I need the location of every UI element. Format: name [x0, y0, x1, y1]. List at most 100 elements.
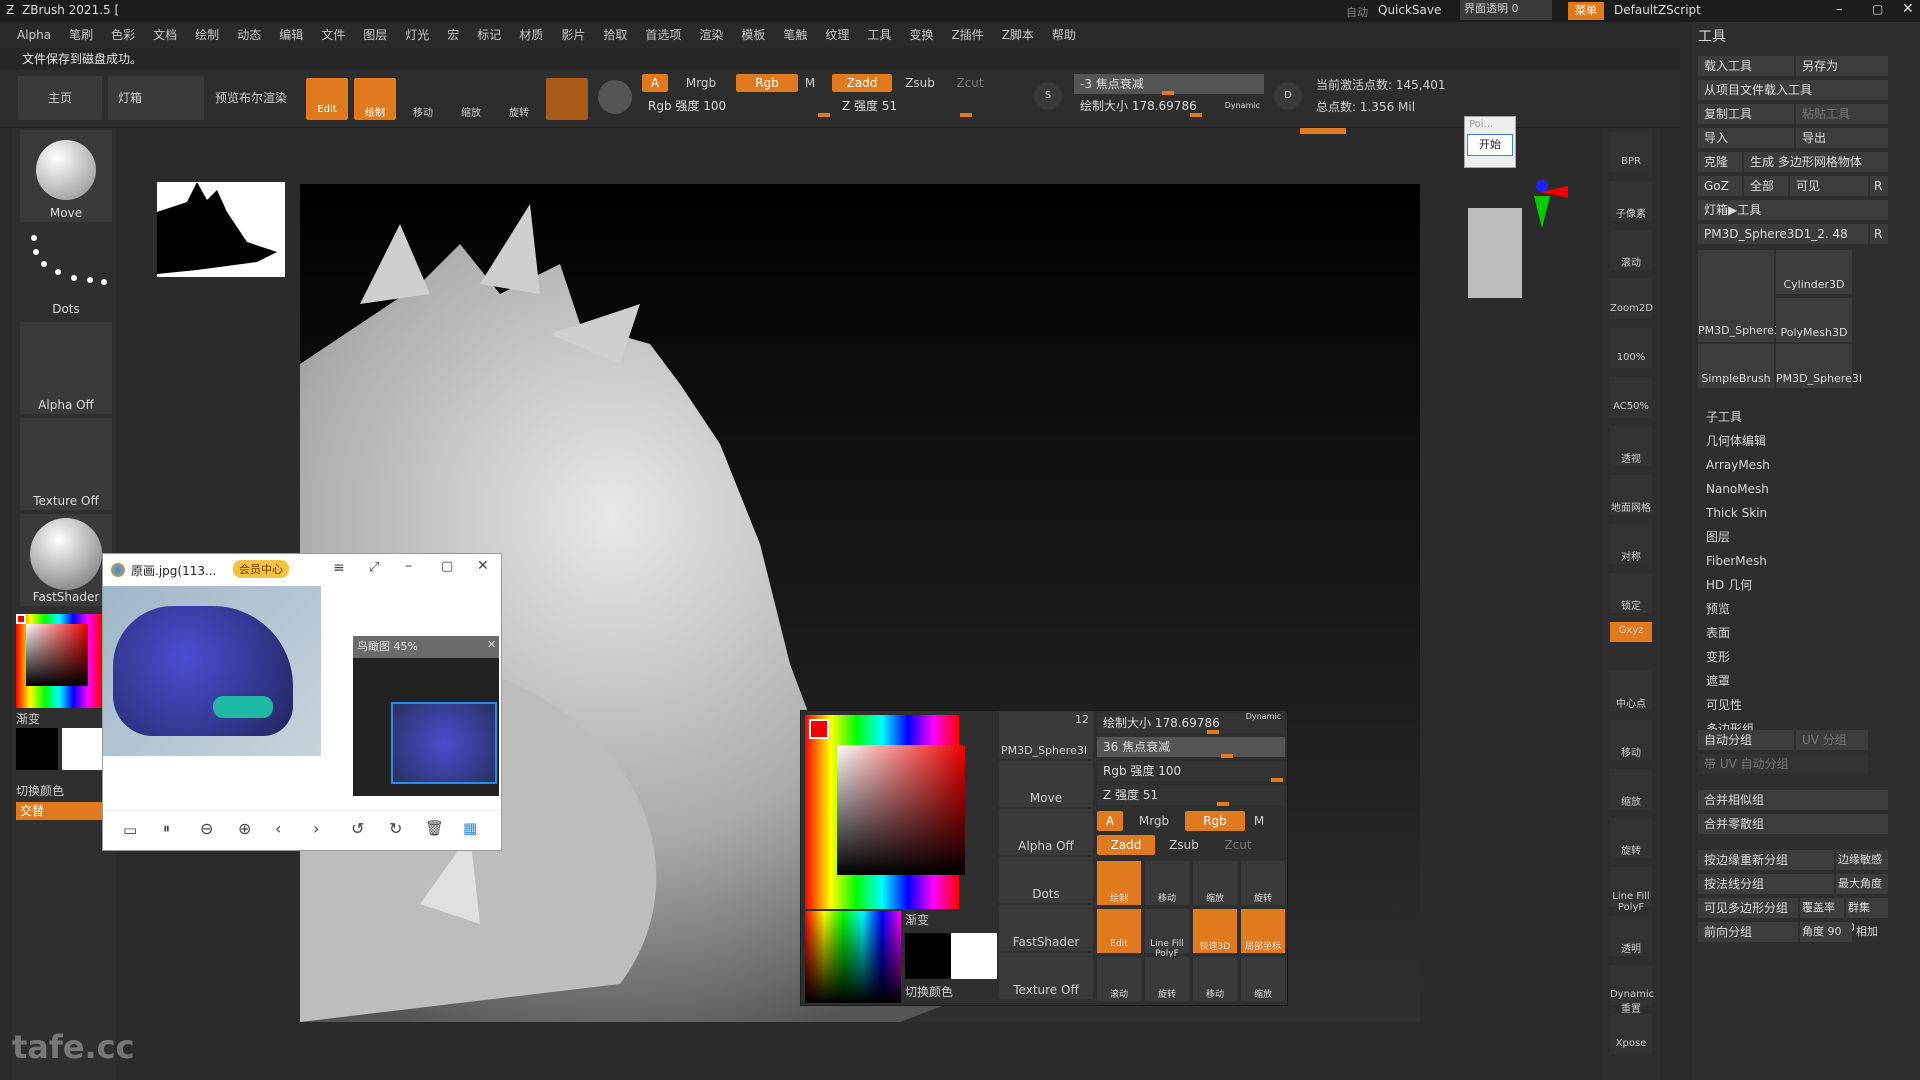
menu-item-14[interactable]: 拾取: [594, 22, 636, 48]
right-shelf-button-4[interactable]: 100%: [1610, 328, 1652, 368]
rgb-button[interactable]: Rgb: [736, 74, 798, 92]
uv-groups-button[interactable]: UV 分组: [1796, 730, 1868, 750]
tool-thumbnail-0[interactable]: PM3D_Sphere3I: [1698, 250, 1784, 342]
palette-a-button[interactable]: A: [1097, 811, 1123, 831]
palette-button-8[interactable]: 滚动: [1097, 957, 1141, 1001]
palette-button-9[interactable]: 旋转: [1145, 957, 1189, 1001]
right-shelf-button-14[interactable]: 旋转: [1610, 818, 1652, 858]
overview-panel[interactable]: 鸟瞰图 45% ✕: [353, 636, 499, 796]
palette-button-10[interactable]: 移动: [1193, 957, 1237, 1001]
copy-tool-button[interactable]: 复制工具: [1698, 104, 1794, 124]
quicksave-button[interactable]: QuickSave: [1378, 3, 1441, 17]
z-intensity-knob[interactable]: [960, 113, 972, 117]
menu-item-24[interactable]: 帮助: [1043, 22, 1085, 48]
color-sphere-icon[interactable]: [598, 80, 632, 114]
palette-m-button[interactable]: M: [1249, 811, 1269, 831]
right-shelf-button-3[interactable]: Zoom2D: [1610, 279, 1653, 319]
menu-item-4[interactable]: 绘制: [186, 22, 228, 48]
tool-section-3[interactable]: NanoMesh: [1706, 478, 1769, 500]
palette-switch-color[interactable]: 切换颜色: [905, 983, 953, 1000]
color-picker[interactable]: [16, 614, 102, 708]
menu-item-15[interactable]: 首选项: [636, 22, 690, 48]
alpha-preview-thumbnail[interactable]: [157, 182, 285, 277]
lightbox-tool-button[interactable]: 灯箱▶工具: [1698, 200, 1888, 220]
menu-item-8[interactable]: 图层: [354, 22, 396, 48]
tool-section-6[interactable]: FiberMesh: [1706, 550, 1767, 572]
palette-color-picker[interactable]: [805, 715, 965, 909]
palette-texture-selector[interactable]: Texture Off: [999, 953, 1093, 999]
palette-alpha-selector[interactable]: Alpha Off: [999, 809, 1093, 855]
draw-size-knob[interactable]: [1190, 113, 1202, 117]
menu-item-18[interactable]: 笔触: [774, 22, 816, 48]
dynamic-label[interactable]: Dynamic: [1225, 96, 1260, 116]
group-by-normals-button[interactable]: 按法线分组: [1698, 874, 1834, 894]
palette-rgb-intensity-slider[interactable]: Rgb 强度 100: [1097, 761, 1285, 782]
palette-zcut-button[interactable]: Zcut: [1213, 835, 1263, 855]
s-dynamic-icon[interactable]: S: [1034, 82, 1062, 110]
rgb-intensity-knob[interactable]: [818, 113, 830, 117]
material-sphere-icon[interactable]: [546, 78, 588, 120]
axis-gizmo-icon[interactable]: [1512, 178, 1568, 238]
rotate-left-icon[interactable]: ↺: [351, 819, 364, 838]
goz-button[interactable]: GoZ: [1698, 176, 1742, 196]
d-dynamic-icon[interactable]: D: [1274, 82, 1302, 110]
right-shelf-button-0[interactable]: BPR: [1610, 132, 1652, 172]
palette-button-2[interactable]: 缩放: [1193, 861, 1237, 905]
menu-item-23[interactable]: Z脚本: [993, 22, 1043, 48]
focal-shift-knob[interactable]: [1162, 91, 1174, 95]
switch-color-button[interactable]: 切换颜色: [16, 782, 64, 799]
edge-sensitivity-slider[interactable]: 边缘敏感: [1836, 850, 1888, 870]
palette-rgb-button[interactable]: Rgb: [1185, 811, 1245, 831]
main-color-swatch[interactable]: [16, 614, 26, 624]
next-icon[interactable]: ›: [313, 819, 319, 838]
clone-button[interactable]: 克隆: [1698, 152, 1742, 172]
palette-primary-swatch[interactable]: [905, 933, 951, 979]
right-shelf-button-16[interactable]: 透明: [1610, 916, 1652, 956]
menu-icon[interactable]: ≡: [333, 560, 345, 576]
goz-r-button[interactable]: R: [1870, 176, 1888, 196]
coverage-slider[interactable]: 覆盖率: [1800, 898, 1844, 918]
current-tool-r-button[interactable]: R: [1870, 224, 1888, 244]
menu-item-9[interactable]: 灯光: [396, 22, 438, 48]
tool-section-5[interactable]: 图层: [1706, 526, 1730, 548]
palette-tool-selector[interactable]: 12 PM3D_Sphere3I: [999, 711, 1093, 759]
interface-transparency-slider[interactable]: 界面透明 0: [1460, 0, 1552, 20]
primary-color-swatch[interactable]: [16, 728, 58, 770]
tool-section-12[interactable]: 可见性: [1706, 694, 1742, 716]
palette-z-intensity-slider[interactable]: Z 强度 51: [1097, 785, 1285, 806]
a-mode-button[interactable]: A: [642, 74, 668, 92]
tool-thumbnail-2[interactable]: PolyMesh3D: [1776, 298, 1852, 342]
secondary-color-swatch[interactable]: [62, 728, 104, 770]
make-polymesh-button[interactable]: 生成 多边形网格物体: [1744, 152, 1888, 172]
right-shelf-button-1[interactable]: 子像素: [1610, 181, 1652, 221]
palette-draw-size-slider[interactable]: 绘制大小 178.69786 Dynamic: [1097, 712, 1285, 734]
color-saturation-box[interactable]: [26, 624, 88, 686]
zcut-button[interactable]: Zcut: [950, 74, 990, 92]
tool-section-10[interactable]: 变形: [1706, 646, 1730, 668]
palette-z-intensity-knob[interactable]: [1217, 802, 1229, 806]
viewer-minimize-icon[interactable]: –: [405, 558, 412, 574]
right-shelf-button-13[interactable]: 缩放: [1610, 769, 1652, 809]
texture-selector[interactable]: Texture Off: [20, 418, 112, 510]
tool-section-1[interactable]: 几何体编辑: [1706, 430, 1766, 452]
right-shelf-button-9[interactable]: 锁定: [1610, 573, 1652, 613]
right-shelf-button-12[interactable]: 移动: [1610, 720, 1652, 760]
palette-mrgb-button[interactable]: Mrgb: [1127, 811, 1181, 831]
right-shelf-button-15[interactable]: Line Fill PolyF: [1610, 867, 1652, 913]
zsub-button[interactable]: Zsub: [896, 74, 944, 92]
pause-icon[interactable]: ⏸: [163, 821, 170, 837]
stroke-selector[interactable]: Dots: [20, 226, 112, 318]
palette-button-1[interactable]: 移动: [1145, 861, 1189, 905]
palette-button-4[interactable]: Edit: [1097, 909, 1141, 953]
material-selector[interactable]: FastShader: [20, 514, 112, 606]
menu-item-20[interactable]: 工具: [858, 22, 900, 48]
menu-item-22[interactable]: Z插件: [942, 22, 992, 48]
palette-button-6[interactable]: 快速3D: [1193, 909, 1237, 953]
z-intensity-slider[interactable]: Z 强度 51: [836, 96, 1016, 117]
menu-item-19[interactable]: 纹理: [816, 22, 858, 48]
rgb-intensity-slider[interactable]: Rgb 强度 100: [642, 96, 834, 117]
minimize-icon[interactable]: –: [1836, 2, 1843, 17]
palette-saturation-box[interactable]: [837, 745, 965, 875]
zoom-in-icon[interactable]: ⊕: [238, 819, 251, 838]
menu-item-7[interactable]: 文件: [312, 22, 354, 48]
